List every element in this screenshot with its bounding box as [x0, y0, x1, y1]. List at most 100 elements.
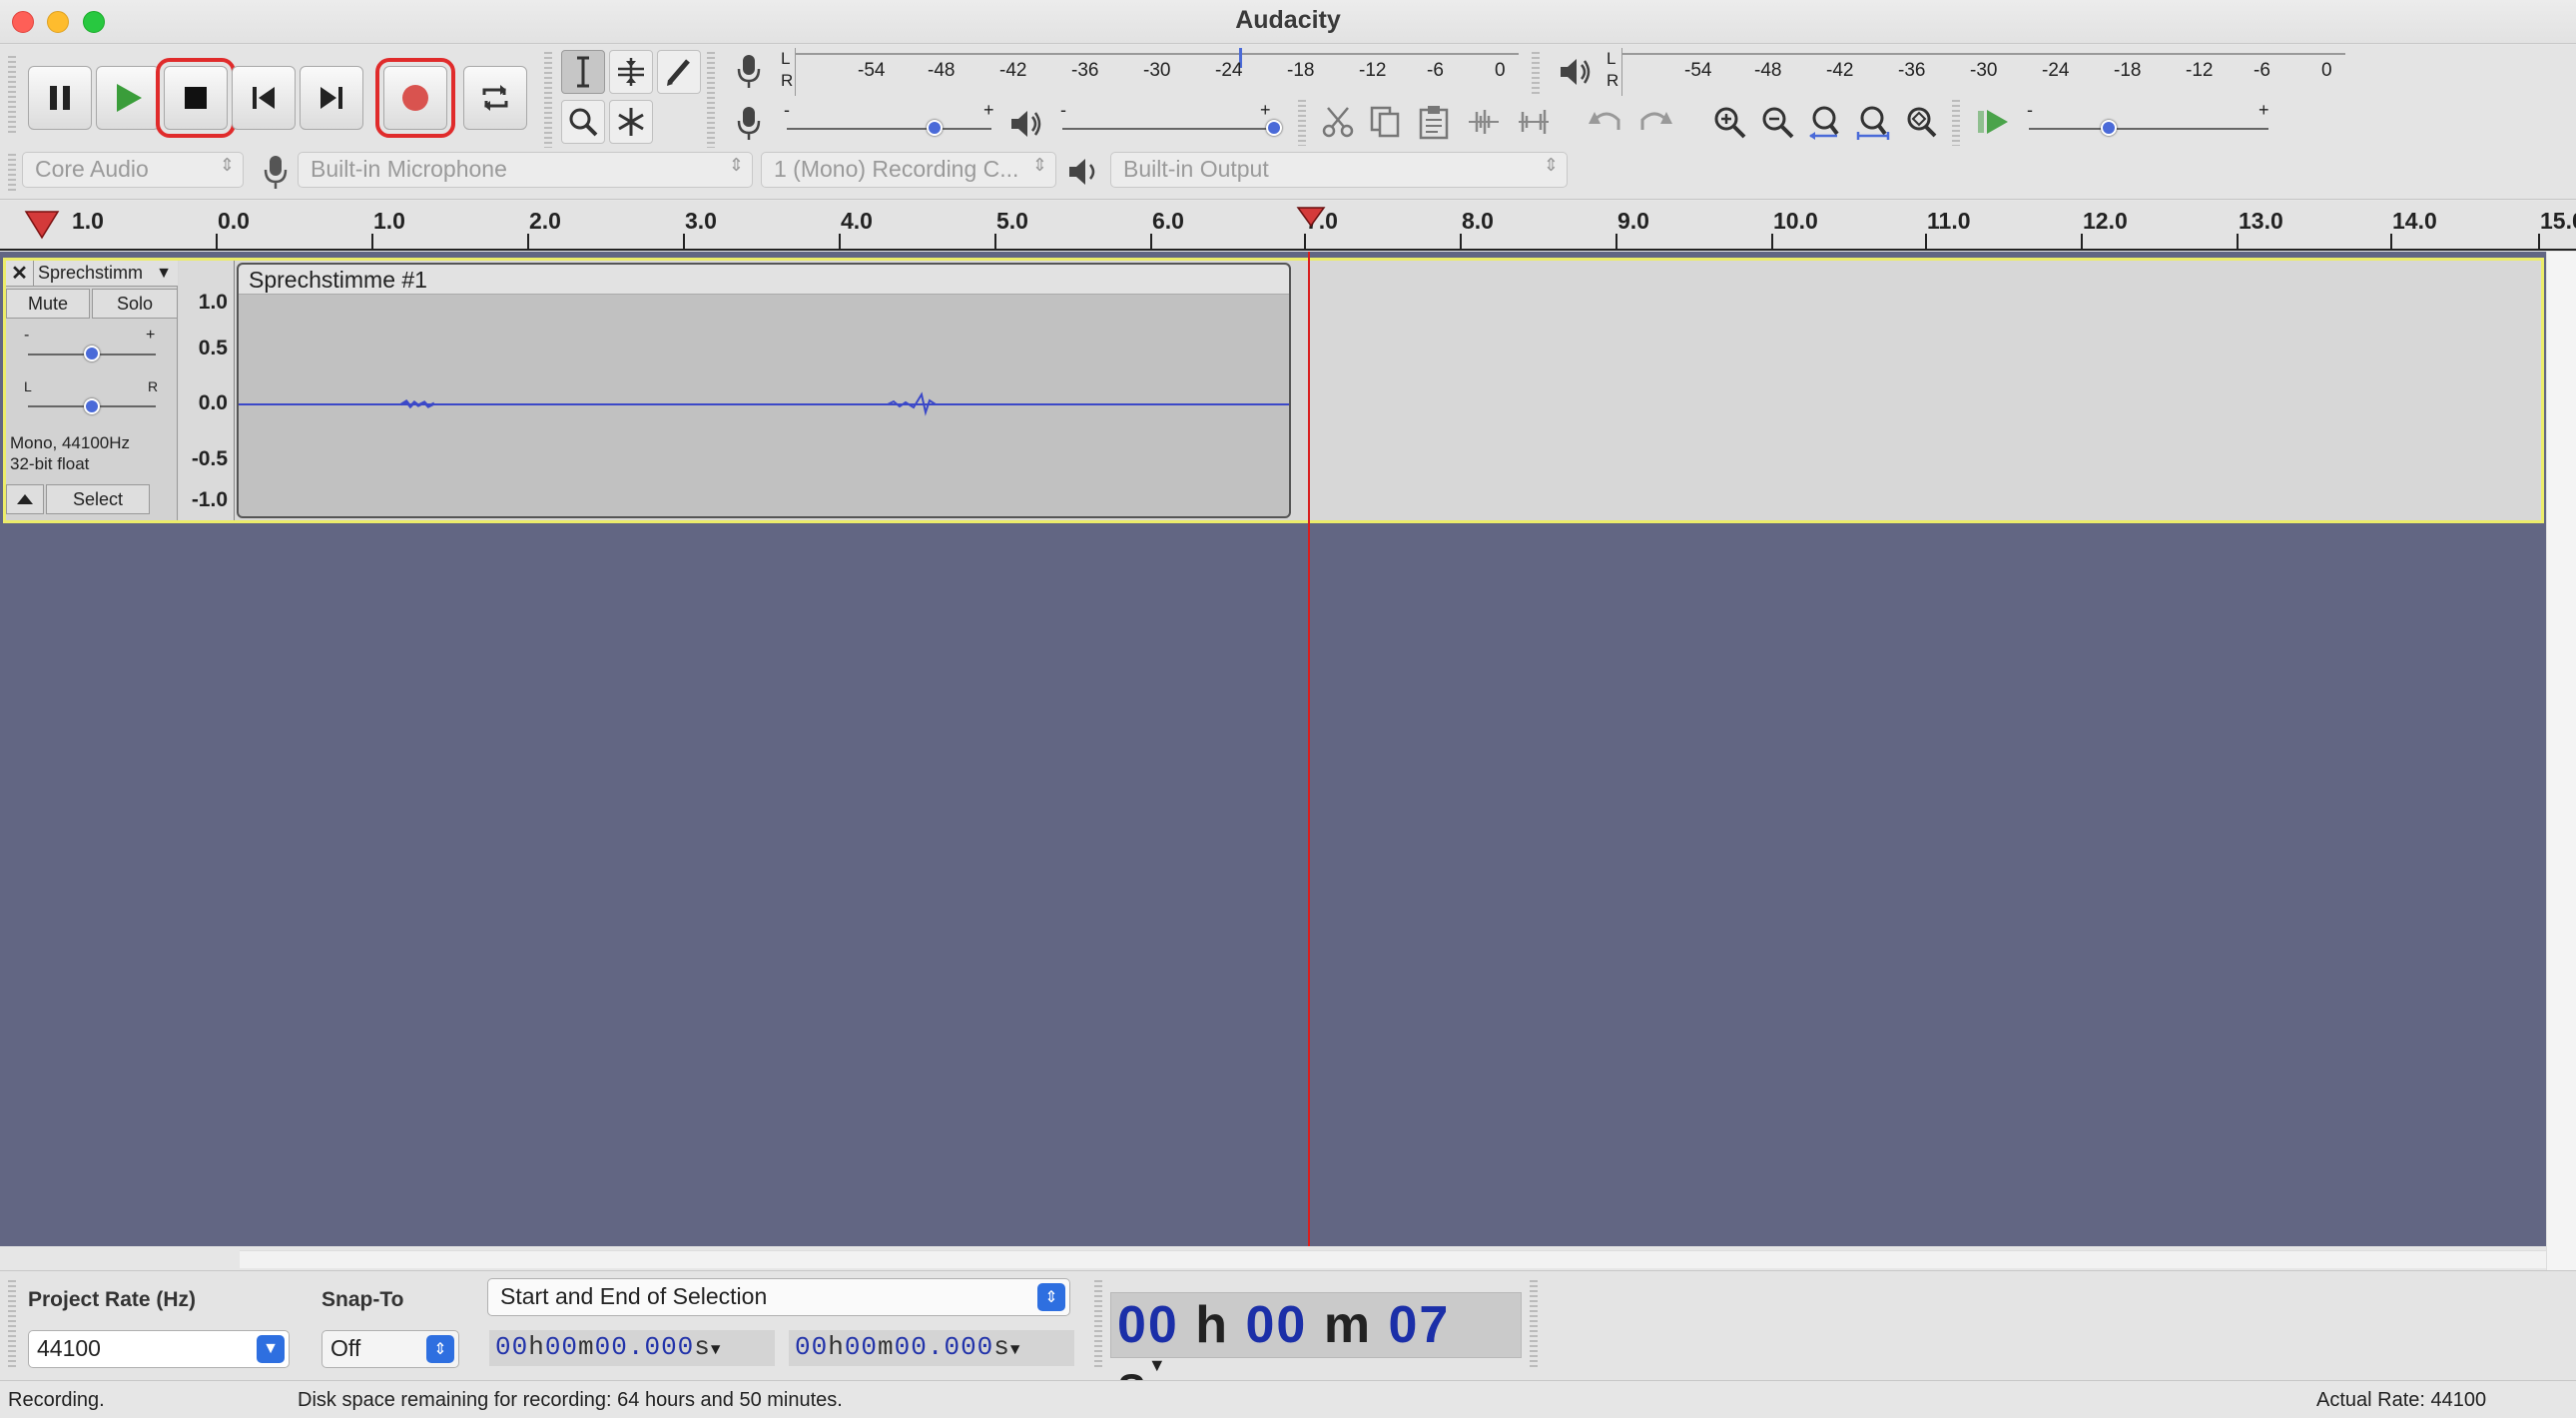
recording-meter[interactable]: -54 -48 -42 -36 -30 -24 -18 -12 -6 0 — [795, 48, 1519, 96]
toolbar-grip[interactable] — [8, 56, 16, 136]
trim-audio-button[interactable] — [1462, 100, 1506, 144]
mute-button[interactable]: Mute — [6, 289, 90, 319]
audio-host-select[interactable]: Core Audio ⇕ — [22, 152, 244, 188]
meter-tick-label: -24 — [1215, 60, 1243, 81]
undo-button[interactable] — [1584, 100, 1627, 144]
play-button[interactable] — [96, 66, 160, 130]
recording-volume-min-label: - — [784, 100, 790, 120]
playback-meter[interactable]: -54 -48 -42 -36 -30 -24 -18 -12 -6 0 — [1621, 48, 2345, 96]
toolbar-grip[interactable] — [1298, 100, 1306, 146]
input-device-select[interactable]: Built-in Microphone ⇕ — [298, 152, 753, 188]
stop-button[interactable] — [156, 58, 236, 138]
toolbar-grip[interactable] — [1952, 100, 1960, 146]
pause-button[interactable] — [28, 66, 92, 130]
snap-to-select[interactable]: Off ⇕ — [322, 1330, 459, 1368]
playback-meter-scale: -54 -48 -42 -36 -30 -24 -18 -12 -6 0 — [1622, 60, 2345, 90]
meter-tick-label: -42 — [999, 60, 1027, 81]
timeline-tick — [2081, 234, 2083, 250]
chevron-down-icon[interactable]: ▼ — [1010, 1341, 1021, 1359]
chevron-down-icon[interactable]: ▼ — [1148, 1355, 1168, 1375]
fit-project-button[interactable] — [1851, 100, 1895, 144]
envelope-tool[interactable] — [609, 50, 653, 94]
paste-button[interactable] — [1412, 100, 1456, 144]
zoom-in-button[interactable] — [1707, 100, 1751, 144]
selection-mode-select[interactable]: Start and End of Selection ⇕ — [487, 1278, 1070, 1316]
chevron-updown-icon: ⇕ — [219, 155, 235, 175]
skip-to-start-button[interactable] — [232, 66, 296, 130]
recording-meter-button[interactable] — [727, 50, 771, 94]
select-track-button[interactable]: Select — [46, 484, 150, 514]
meter-tick-label: -30 — [1143, 60, 1171, 81]
skip-to-end-button[interactable] — [300, 66, 363, 130]
redo-button[interactable] — [1633, 100, 1677, 144]
playhead-marker[interactable] — [1296, 206, 1326, 233]
draw-tool[interactable] — [657, 50, 701, 94]
vertical-scrollbar[interactable] — [2546, 252, 2576, 1270]
audio-clip[interactable]: Sprechstimme #1 — [237, 263, 1291, 518]
cut-button[interactable] — [1316, 100, 1360, 144]
toolbar-grip[interactable] — [8, 1280, 16, 1370]
meter-tick-label: -54 — [858, 60, 886, 81]
gain-knob[interactable] — [84, 346, 100, 361]
chevron-down-icon[interactable]: ▼ — [711, 1341, 722, 1359]
scale-label: 0.0 — [198, 391, 228, 414]
silence-audio-button[interactable] — [1512, 100, 1556, 144]
toolbar-grip[interactable] — [1532, 52, 1540, 96]
toolbar-grip[interactable] — [1094, 1280, 1102, 1370]
clip-header[interactable]: Sprechstimme #1 — [239, 265, 1289, 295]
horizontal-scrollbar[interactable] — [240, 1250, 2546, 1268]
playback-meter-button[interactable] — [1554, 50, 1598, 94]
solo-button[interactable]: Solo — [92, 289, 178, 319]
project-rate-combo[interactable]: 44100 ▼ — [28, 1330, 290, 1368]
input-channels-select[interactable]: 1 (Mono) Recording C... ⇕ — [761, 152, 1056, 188]
zoom-out-button[interactable] — [1755, 100, 1799, 144]
playback-volume-slider[interactable] — [1062, 128, 1276, 130]
toolbar-grip[interactable] — [8, 154, 16, 192]
project-rate-value: 44100 — [37, 1335, 101, 1361]
selection-start-time[interactable]: 00h00m00.000s▼ — [489, 1330, 775, 1366]
record-button[interactable] — [375, 58, 455, 138]
chevron-updown-icon: ⇕ — [728, 155, 744, 175]
input-channels-value: 1 (Mono) Recording C... — [774, 156, 1019, 182]
recording-volume-slider[interactable] — [787, 128, 991, 130]
vertical-scale[interactable]: 1.0 0.5 0.0 -0.5 -1.0 — [179, 261, 235, 520]
pan-knob[interactable] — [84, 398, 100, 414]
timeline-tick — [1615, 234, 1617, 250]
timeline-tick-label: 13.0 — [2239, 208, 2283, 234]
multi-tool[interactable] — [609, 100, 653, 144]
copy-button[interactable] — [1364, 100, 1408, 144]
meter-tick-label: -48 — [928, 60, 956, 81]
fit-selection-button[interactable] — [1803, 100, 1847, 144]
timeline-tick-label: 0.0 — [218, 208, 250, 234]
play-at-speed-button[interactable] — [1971, 100, 2015, 144]
toolbar-grip[interactable] — [544, 52, 552, 148]
track-name-menu[interactable]: Sprechstimm — [34, 263, 156, 284]
scale-label: 1.0 — [198, 291, 228, 314]
channel-r-label: R — [781, 71, 794, 90]
play-speed-knob[interactable] — [2101, 120, 2117, 136]
timeline-tick — [2538, 234, 2540, 250]
loop-button[interactable] — [463, 66, 527, 130]
zoom-tool[interactable] — [561, 100, 605, 144]
timeline-options-button[interactable] — [24, 210, 60, 245]
recording-volume-knob[interactable] — [927, 120, 943, 136]
audio-position-time[interactable]: 00 h 00 m 07 s▼ — [1110, 1292, 1522, 1414]
zoom-toggle-button[interactable] — [1899, 100, 1943, 144]
play-speed-slider[interactable] — [2029, 128, 2268, 130]
chevron-down-icon[interactable]: ▼ — [257, 1335, 285, 1363]
output-device-select[interactable]: Built-in Output ⇕ — [1110, 152, 1568, 188]
selection-tool[interactable] — [561, 50, 605, 94]
chevron-updown-icon: ⇕ — [1543, 155, 1559, 175]
toolbar-grip[interactable] — [1530, 1280, 1538, 1370]
playback-volume-knob[interactable] — [1266, 120, 1282, 136]
speaker-icon — [1561, 59, 1591, 85]
collapse-track-button[interactable] — [6, 484, 44, 514]
pause-icon — [50, 86, 70, 110]
channel-l-label: L — [1607, 49, 1616, 68]
close-track-button[interactable]: ✕ — [6, 260, 34, 287]
toolbar-grip[interactable] — [707, 52, 715, 148]
pencil-icon — [667, 59, 690, 86]
audio-host-value: Core Audio — [35, 156, 149, 182]
output-device-icon — [1062, 150, 1106, 194]
selection-end-time[interactable]: 00h00m00.000s▼ — [789, 1330, 1074, 1366]
